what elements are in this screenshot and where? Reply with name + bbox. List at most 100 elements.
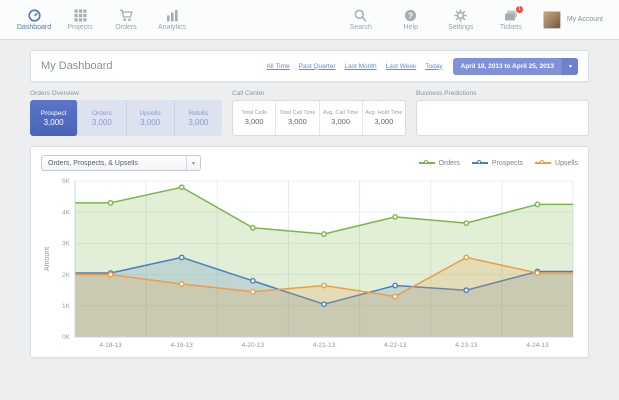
date-range-label: April 18, 2013 to April 25, 2013 (453, 58, 562, 75)
nav-label: Projects (67, 24, 92, 31)
tab-value: 3,000 (92, 118, 112, 127)
chart-card: Orders, Prospects, & Upsells ▾ Orders Pr… (30, 146, 589, 358)
nav-analytics[interactable]: Analytics (154, 9, 190, 31)
stat-value: 3,000 (288, 117, 307, 126)
nav-tickets[interactable]: 1 Tickets (493, 9, 529, 31)
tab-value: 3,000 (140, 118, 160, 127)
orders-overview-panel: Orders Overview Prospect 3,000 Orders 3,… (30, 90, 222, 136)
nav-label: Settings (448, 24, 473, 31)
link-past-quarter[interactable]: Past Quarter (299, 63, 336, 70)
gauge-icon (28, 9, 41, 22)
stat-total-calls: Total Calls 3,000 (233, 101, 276, 135)
legend-label: Upsells (555, 160, 578, 167)
nav-label: Help (404, 24, 418, 31)
nav-label: Tickets (500, 24, 522, 31)
stat-name: Avg. Hold Time (365, 110, 402, 116)
nav-label: Dashboard (17, 24, 51, 31)
svg-text:5K: 5K (62, 178, 71, 185)
caret-down-icon: ▾ (186, 156, 200, 170)
legend-label: Prospects (492, 160, 523, 167)
tab-value: 3,000 (188, 118, 208, 127)
stat-name: Total Calls (241, 110, 266, 116)
svg-text:1K: 1K (62, 303, 71, 310)
svg-text:4-24-13: 4-24-13 (526, 342, 549, 349)
tab-rebills[interactable]: Rebills 3,000 (175, 100, 222, 136)
dropdown-value: Orders, Prospects, & Upsells (42, 160, 186, 167)
primary-nav: Dashboard Projects Orders Analytics (16, 9, 190, 31)
panel-label: Call Center (232, 90, 406, 97)
chart-header: Orders, Prospects, & Upsells ▾ Orders Pr… (41, 155, 578, 171)
time-range-links: All Time Past Quarter Last Month Last We… (267, 63, 443, 70)
stat-value: 3,000 (245, 117, 264, 126)
stat-name: Avg. Call Time (323, 110, 358, 116)
panel-label: Business Predictions (416, 90, 589, 97)
help-icon: ? (404, 9, 417, 22)
caret-down-icon: ▾ (562, 58, 578, 75)
link-all-time[interactable]: All Time (267, 63, 290, 70)
bar-chart-icon (166, 9, 179, 22)
stat-name: Total Call Time (279, 110, 315, 116)
my-account-label: My Account (567, 16, 603, 23)
series-select-dropdown[interactable]: Orders, Prospects, & Upsells ▾ (41, 155, 201, 171)
page-title: My Dashboard (41, 60, 113, 72)
summary-panels: Orders Overview Prospect 3,000 Orders 3,… (30, 90, 589, 136)
utility-nav: Search ? Help Settings 1 Tickets My Acco… (343, 9, 603, 31)
tab-upsells[interactable]: Upsells 3,000 (127, 100, 175, 136)
nav-projects[interactable]: Projects (62, 9, 98, 31)
stat-value: 3,000 (331, 117, 350, 126)
svg-text:3K: 3K (62, 241, 71, 248)
area-line-chart: 0K1K2K3K4K5K4-18-134-19-134-20-134-21-13… (41, 175, 579, 353)
grid-icon (74, 9, 87, 22)
chart-legend: Orders Prospects Upsells (419, 160, 578, 167)
link-last-week[interactable]: Last Week (386, 63, 417, 70)
top-navigation-bar: Dashboard Projects Orders Analytics Se (0, 0, 619, 40)
call-center-panel: Call Center Total Calls 3,000 Total Call… (232, 90, 406, 136)
legend-orders: Orders (419, 160, 460, 167)
nav-help[interactable]: ? Help (393, 9, 429, 31)
my-account[interactable]: My Account (543, 11, 603, 29)
svg-text:4-20-13: 4-20-13 (242, 342, 265, 349)
search-icon (354, 9, 367, 22)
nav-search[interactable]: Search (343, 9, 379, 31)
main-content: My Dashboard All Time Past Quarter Last … (0, 40, 619, 358)
svg-text:4K: 4K (62, 209, 71, 216)
cart-icon (119, 9, 133, 22)
gear-icon (454, 9, 467, 22)
tab-name: Orders (92, 110, 112, 117)
business-predictions-panel: Business Predictions (416, 90, 589, 136)
svg-text:2K: 2K (62, 272, 71, 279)
tab-value: 3,000 (44, 118, 64, 127)
link-today[interactable]: Today (425, 63, 442, 70)
nav-dashboard[interactable]: Dashboard (16, 9, 52, 31)
svg-text:?: ? (408, 11, 413, 20)
svg-text:4-19-13: 4-19-13 (171, 342, 194, 349)
legend-label: Orders (439, 160, 460, 167)
stat-avg-call-time: Avg. Call Time 3,000 (320, 101, 363, 135)
tickets-badge: 1 (515, 5, 524, 14)
call-center-stats: Total Calls 3,000 Total Call Time 3,000 … (232, 100, 406, 136)
nav-label: Search (350, 24, 372, 31)
legend-swatch-icon (472, 160, 488, 167)
nav-settings[interactable]: Settings (443, 9, 479, 31)
tickets-icon: 1 (504, 9, 518, 22)
link-last-month[interactable]: Last Month (345, 63, 377, 70)
chart-area: 0K1K2K3K4K5K4-18-134-19-134-20-134-21-13… (41, 175, 578, 353)
legend-prospects: Prospects (472, 160, 523, 167)
dashboard-header: My Dashboard All Time Past Quarter Last … (30, 50, 589, 82)
legend-upsells: Upsells (535, 160, 578, 167)
nav-orders[interactable]: Orders (108, 9, 144, 31)
orders-overview-tabs: Prospect 3,000 Orders 3,000 Upsells 3,00… (30, 100, 222, 136)
date-range-picker[interactable]: April 18, 2013 to April 25, 2013 ▾ (453, 58, 578, 75)
user-avatar (543, 11, 561, 29)
business-predictions-box (416, 100, 589, 136)
svg-text:Amount: Amount (44, 247, 51, 271)
tab-orders[interactable]: Orders 3,000 (78, 100, 126, 136)
tab-name: Upsells (139, 110, 160, 117)
legend-swatch-icon (535, 160, 551, 167)
tab-prospect[interactable]: Prospect 3,000 (30, 100, 78, 136)
nav-label: Analytics (158, 24, 186, 31)
stat-total-call-time: Total Call Time 3,000 (276, 101, 319, 135)
svg-text:4-23-13: 4-23-13 (455, 342, 478, 349)
tab-name: Rebills (189, 110, 209, 117)
panel-label: Orders Overview (30, 90, 222, 97)
